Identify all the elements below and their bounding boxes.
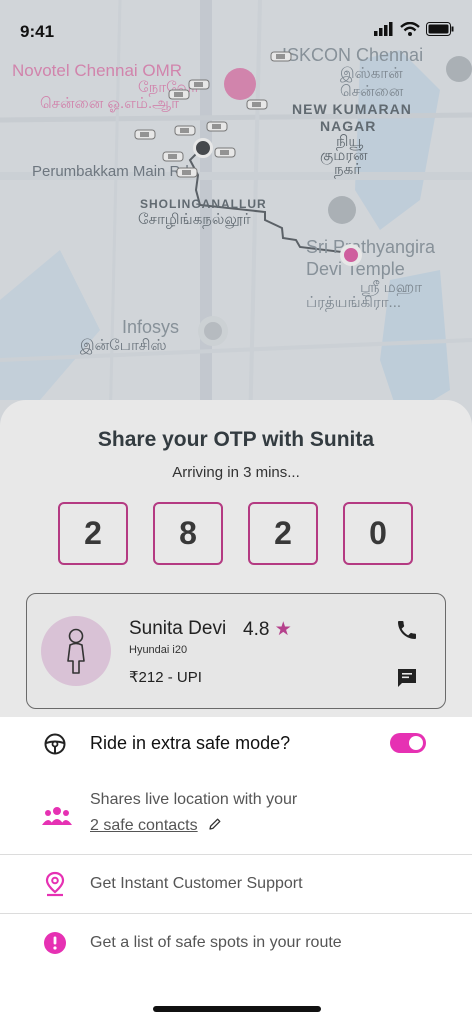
safe-mode-row: Ride in extra safe mode? — [0, 717, 472, 771]
map-label-temple: Sri Prathyangira — [306, 237, 436, 257]
support-row[interactable]: Get Instant Customer Support — [0, 855, 472, 913]
map-label-novotel-ta2: சென்னை ஓ.எம்.ஆர் — [40, 95, 179, 112]
car-icon — [246, 99, 268, 110]
safe-spots-row[interactable]: Get a list of safe spots in your route — [0, 914, 472, 974]
otp-digit: 2 — [58, 502, 128, 565]
pencil-icon[interactable] — [208, 817, 222, 831]
map-label-novotel: Novotel Chennai OMR — [12, 61, 183, 80]
map-label-infosys-ta: இன்போசிஸ் — [80, 337, 167, 354]
driver-rating-value: 4.8 — [243, 619, 270, 640]
safety-panel: Ride in extra safe mode? Shares live loc… — [0, 717, 472, 1024]
battery-icon — [426, 22, 454, 36]
map-label-iskcon-ta1: இஸ்கான் — [340, 65, 403, 82]
map-label-iskcon: ISKCON Chennai — [282, 45, 424, 65]
car-icon — [270, 51, 292, 62]
otp-digits: 2 8 2 0 — [58, 502, 413, 565]
safe-spots-text: Get a list of safe spots in your route — [90, 934, 342, 951]
driver-card[interactable]: Sunita Devi 4.8 ★ Hyundai i20 ₹212 - UPI — [26, 593, 446, 709]
group-icon — [42, 803, 72, 829]
home-indicator[interactable] — [153, 1006, 321, 1012]
alert-icon — [42, 930, 68, 956]
chat-icon[interactable] — [395, 666, 419, 690]
otp-title: Share your OTP with Sunita — [97, 428, 375, 451]
person-icon — [67, 628, 85, 674]
status-time: 9:41 — [20, 22, 55, 41]
pickup-pin-icon — [340, 244, 362, 266]
star-icon: ★ — [274, 619, 292, 640]
temple-pin-icon — [446, 56, 472, 82]
arrival-time: Arriving in 3 mins... — [172, 464, 300, 481]
car-icon — [176, 167, 198, 178]
safe-contacts-line: 2 safe contacts — [90, 817, 222, 835]
car-icon — [188, 79, 210, 90]
car-icon — [214, 147, 236, 158]
car-icon — [168, 89, 190, 100]
driver-car-model: Hyundai i20 — [129, 644, 188, 656]
safe-mode-title: Ride in extra safe mode? — [90, 733, 291, 753]
map-label-kumaran: NEW KUMARAN — [292, 101, 412, 117]
car-icon — [134, 129, 156, 140]
otp-digit: 0 — [343, 502, 413, 565]
map-label-sholinganallur: SHOLINGANALLUR — [140, 197, 267, 211]
car-icon — [206, 121, 228, 132]
office-pin-icon — [198, 316, 228, 346]
support-text: Get Instant Customer Support — [90, 875, 303, 892]
driver-rating: 4.8 ★ — [243, 618, 292, 641]
map-label-sholinganallur-ta: சோழிங்கநல்லூர் — [138, 211, 251, 228]
otp-digit: 8 — [153, 502, 223, 565]
car-icon — [174, 125, 196, 136]
otp-digit: 2 — [248, 502, 318, 565]
safe-contacts-row: Shares live location with your 2 safe co… — [0, 783, 472, 853]
ride-fare: ₹212 - UPI — [129, 669, 202, 686]
steering-icon — [42, 731, 68, 757]
otp-sheet: Share your OTP with Sunita Arriving in 3… — [0, 400, 472, 730]
driver-name: Sunita Devi — [129, 618, 227, 639]
location-pin-icon — [42, 871, 68, 897]
driver-avatar — [41, 616, 111, 686]
map-label-temple-ta2: ப்ரத்யங்கிரா... — [306, 294, 402, 311]
map-label-infosys: Infosys — [122, 317, 180, 337]
map-label-perumbakkam: Perumbakkam Main Rd — [32, 163, 189, 180]
shares-location-text: Shares live location with your — [90, 791, 298, 808]
wifi-icon — [400, 22, 420, 36]
status-bar: 9:41 — [0, 0, 472, 48]
map-label-kumaran-2: NAGAR — [320, 118, 377, 134]
safe-mode-toggle[interactable] — [390, 733, 426, 753]
temple-pin-icon — [328, 196, 356, 224]
signal-icon — [374, 22, 393, 36]
phone-icon[interactable] — [395, 618, 419, 642]
car-icon — [162, 151, 184, 162]
map-label-kumaran-ta3: நகர் — [334, 161, 362, 178]
hotel-pin-icon — [224, 68, 256, 100]
driver-location-icon — [193, 138, 213, 158]
map-label-iskcon-ta2: சென்னை — [340, 83, 404, 100]
safe-contacts-link[interactable]: 2 safe contacts — [90, 817, 198, 834]
map-view[interactable]: Novotel Chennai OMR நோவோ சென்னை ஓ.எம்.ஆர… — [0, 0, 472, 430]
